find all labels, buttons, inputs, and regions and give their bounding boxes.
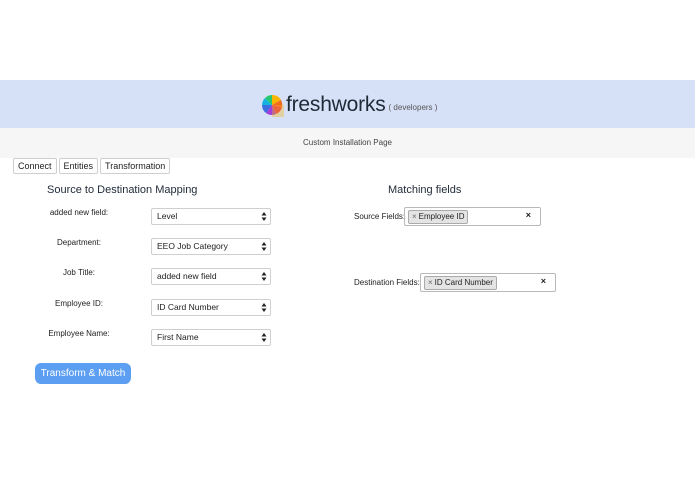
select-value: EEO Job Category	[157, 241, 228, 251]
select-employee-id[interactable]: ID Card Number	[151, 299, 271, 316]
tab-transformation[interactable]: Transformation	[100, 158, 171, 174]
tab-connect[interactable]: Connect	[13, 158, 57, 174]
matching-title: Matching fields	[388, 184, 462, 196]
chip-label: Employee ID	[418, 212, 465, 221]
select-arrows-icon	[261, 303, 267, 312]
select-value: ID Card Number	[157, 302, 219, 312]
select-arrows-icon	[261, 272, 267, 281]
select-value: added new field	[157, 271, 217, 281]
select-arrows-icon	[261, 333, 267, 342]
destination-field-chip: × ID Card Number	[424, 276, 497, 290]
tab-entities[interactable]: Entities	[58, 158, 99, 174]
chip-remove-icon[interactable]: ×	[428, 278, 433, 287]
select-job-title[interactable]: added new field	[151, 268, 271, 285]
freshworks-logo-icon	[262, 94, 284, 117]
destination-fields-select[interactable]: × ID Card Number ×	[420, 273, 556, 292]
field-label-job-title: Job Title:	[62, 268, 95, 277]
source-fields-label: Source Fields:	[354, 212, 406, 221]
select-department[interactable]: EEO Job Category	[151, 238, 271, 255]
tab-bar: Connect Entities Transformation	[13, 158, 172, 174]
select-employee-name[interactable]: First Name	[151, 329, 271, 346]
freshworks-logo: freshworks ( developers )	[260, 90, 437, 120]
clear-icon[interactable]: ×	[541, 276, 546, 286]
select-arrows-icon	[261, 212, 267, 221]
destination-fields-label: Destination Fields:	[354, 278, 420, 287]
chip-remove-icon[interactable]: ×	[412, 212, 417, 221]
source-field-chip: × Employee ID	[408, 210, 469, 224]
mapping-title: Source to Destination Mapping	[47, 184, 198, 196]
brand-name: freshworks	[286, 93, 386, 116]
clear-icon[interactable]: ×	[526, 210, 531, 220]
field-label-employee-name: Employee Name:	[48, 329, 110, 338]
field-label-added-new-field: added new field:	[49, 208, 109, 217]
field-label-department: Department:	[56, 238, 102, 247]
source-fields-select[interactable]: × Employee ID ×	[404, 207, 541, 226]
select-added-new-field[interactable]: Level	[151, 208, 271, 225]
select-value: First Name	[157, 332, 199, 342]
select-arrows-icon	[261, 242, 267, 251]
brand-subtext: ( developers )	[388, 103, 438, 112]
field-label-employee-id: Employee ID:	[54, 299, 104, 308]
transform-match-button[interactable]: Transform & Match	[35, 363, 131, 384]
select-value: Level	[157, 211, 178, 221]
page-subtitle: Custom Installation Page	[303, 138, 392, 147]
chip-label: ID Card Number	[434, 278, 493, 287]
